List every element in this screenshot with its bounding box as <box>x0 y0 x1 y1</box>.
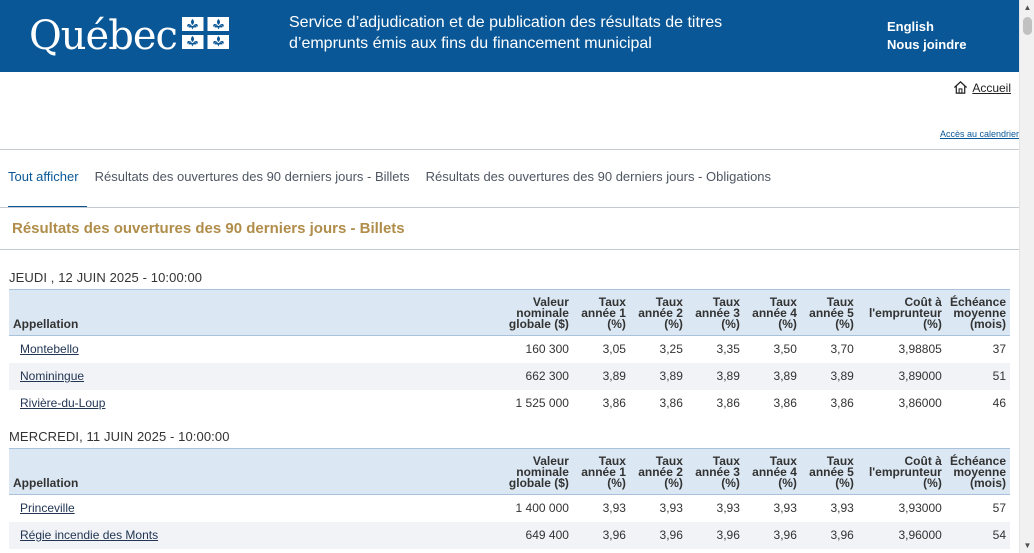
table-row: Montebello 160 300 3,05 3,25 3,35 3,50 3… <box>9 336 1010 363</box>
fleur-de-lis-flag-icon <box>182 17 229 49</box>
cell-taux-4: 3,86 <box>773 396 797 410</box>
col-taux-2: Taux année 2 (%) <box>629 289 687 336</box>
cell-taux-3: 3,93 <box>716 501 740 516</box>
cell-taux-5: 3,86 <box>830 396 854 410</box>
cell-echeance: 37 <box>992 342 1006 357</box>
quebec-logo-text[interactable]: Québec <box>29 10 178 62</box>
cell-taux-1: 3,96 <box>572 521 630 549</box>
cell-valeur: 649 400 <box>428 521 573 549</box>
opening-date: JEUDI , 12 JUIN 2025 - 10:00:00 <box>9 270 203 285</box>
municipality-link[interactable]: Montebello <box>20 342 79 356</box>
section-title: Résultats des ouvertures des 90 derniers… <box>12 220 405 237</box>
col-cout: Coût à l'emprunteur (%) <box>857 289 946 336</box>
vertical-scrollbar[interactable]: ▲ ▼ <box>1019 0 1034 553</box>
results-table: Appellation Valeur nominale globale ($) Ta… <box>9 289 1010 417</box>
cell-taux-5: 3,70 <box>830 342 854 357</box>
cell-taux-4: 3,96 <box>743 521 801 549</box>
col-appellation: Appellation <box>9 289 429 336</box>
cell-valeur: 1 525 000 <box>515 396 569 410</box>
table-row: Nominingue 662 300 3,89 3,89 3,89 3,89 3… <box>9 362 1010 390</box>
cell-cout: 3,89000 <box>857 362 946 390</box>
cell-valeur: 1 400 000 <box>515 501 569 516</box>
col-valeur: Valeur nominale globale ($) <box>428 289 573 336</box>
col-taux-3: Taux année 3 (%) <box>686 448 744 495</box>
site-title: Service d’adjudication et de publication… <box>289 14 723 52</box>
cell-taux-1: 3,89 <box>572 362 630 390</box>
cell-taux-5: 3,96 <box>800 521 858 549</box>
page: Québec Service d’adjudication et de publ… <box>0 0 1019 553</box>
divider <box>0 207 1019 208</box>
cell-taux-3: 3,86 <box>716 396 740 410</box>
col-taux-5: Taux année 5 (%) <box>800 289 858 336</box>
cell-taux-2: 3,89 <box>629 362 687 390</box>
site-header: Québec Service d’adjudication et de publ… <box>0 0 1019 72</box>
home-label: Accueil <box>972 80 1011 95</box>
scrollbar-thumb[interactable] <box>1023 17 1032 35</box>
cell-taux-3: 3,35 <box>716 342 740 357</box>
cell-cout: 3,93000 <box>898 501 942 516</box>
cell-taux-3: 3,89 <box>686 362 744 390</box>
english-link[interactable]: English <box>887 18 966 36</box>
contact-link[interactable]: Nous joindre <box>887 36 966 54</box>
col-taux-2: Taux année 2 (%) <box>629 448 687 495</box>
municipality-link[interactable]: Nominingue <box>20 369 84 383</box>
opening-date: MERCREDI, 11 JUIN 2025 - 10:00:00 <box>9 429 230 444</box>
cell-taux-2: 3,25 <box>659 342 683 357</box>
cell-taux-2: 3,96 <box>629 521 687 549</box>
cell-echeance: 57 <box>992 501 1006 516</box>
table-row: Princeville 1 400 000 3,93 3,93 3,93 3,9… <box>9 495 1010 522</box>
cell-cout: 3,98805 <box>898 342 942 357</box>
cell-taux-1: 3,93 <box>602 501 626 516</box>
cell-taux-4: 3,93 <box>773 501 797 516</box>
tab-billets[interactable]: Résultats des ouvertures des 90 derniers… <box>87 164 418 208</box>
col-taux-4: Taux année 4 (%) <box>743 448 801 495</box>
col-taux-1: Taux année 1 (%) <box>572 289 630 336</box>
col-taux-4: Taux année 4 (%) <box>743 289 801 336</box>
tab-all[interactable]: Tout afficher <box>0 164 87 208</box>
col-valeur: Valeur nominale globale ($) <box>428 448 573 495</box>
header-links: English Nous joindre <box>887 18 966 54</box>
divider <box>0 149 1019 150</box>
cell-cout: 3,96000 <box>857 521 946 549</box>
calendar-link[interactable]: Accès au calendrier <box>940 129 1019 139</box>
home-icon <box>954 81 968 94</box>
col-echeance: Échéance moyenne (mois) <box>945 289 1010 336</box>
col-taux-1: Taux année 1 (%) <box>572 448 630 495</box>
table-row: Rivière-du-Loup 1 525 000 3,86 3,86 3,86… <box>9 390 1010 417</box>
tab-bar: Tout afficher Résultats des ouvertures d… <box>0 164 779 208</box>
cell-taux-2: 3,86 <box>659 396 683 410</box>
results-table: Appellation Valeur nominale globale ($) Ta… <box>9 448 1010 549</box>
cell-taux-1: 3,86 <box>602 396 626 410</box>
col-cout: Coût à l'emprunteur (%) <box>857 448 946 495</box>
cell-echeance: 54 <box>945 521 1010 549</box>
cell-cout: 3,86000 <box>898 396 942 410</box>
table-header-row: Appellation Valeur nominale globale ($) Ta… <box>9 448 1010 495</box>
cell-valeur: 662 300 <box>428 362 573 390</box>
divider <box>0 249 1019 250</box>
cell-taux-4: 3,50 <box>773 342 797 357</box>
cell-echeance: 46 <box>992 396 1006 410</box>
cell-taux-2: 3,93 <box>659 501 683 516</box>
home-link[interactable]: Accueil <box>953 80 1011 95</box>
table-header-row: Appellation Valeur nominale globale ($) Ta… <box>9 289 1010 336</box>
municipality-link[interactable]: Rivière-du-Loup <box>20 396 105 410</box>
scroll-up-arrow-icon[interactable]: ▲ <box>1020 0 1034 15</box>
col-taux-3: Taux année 3 (%) <box>686 289 744 336</box>
municipality-link[interactable]: Régie incendie des Monts <box>20 528 158 542</box>
cell-taux-3: 3,96 <box>686 521 744 549</box>
cell-echeance: 51 <box>945 362 1010 390</box>
col-echeance: Échéance moyenne (mois) <box>945 448 1010 495</box>
col-appellation: Appellation <box>9 448 429 495</box>
table-row: Régie incendie des Monts 649 400 3,96 3,… <box>9 521 1010 549</box>
cell-valeur: 160 300 <box>525 342 569 357</box>
scroll-down-arrow-icon[interactable]: ▼ <box>1020 538 1034 553</box>
tab-obligations[interactable]: Résultats des ouvertures des 90 derniers… <box>418 164 779 208</box>
cell-taux-5: 3,89 <box>800 362 858 390</box>
col-taux-5: Taux année 5 (%) <box>800 448 858 495</box>
cell-taux-5: 3,93 <box>830 501 854 516</box>
municipality-link[interactable]: Princeville <box>20 501 75 515</box>
cell-taux-1: 3,05 <box>602 342 626 357</box>
cell-taux-4: 3,89 <box>743 362 801 390</box>
